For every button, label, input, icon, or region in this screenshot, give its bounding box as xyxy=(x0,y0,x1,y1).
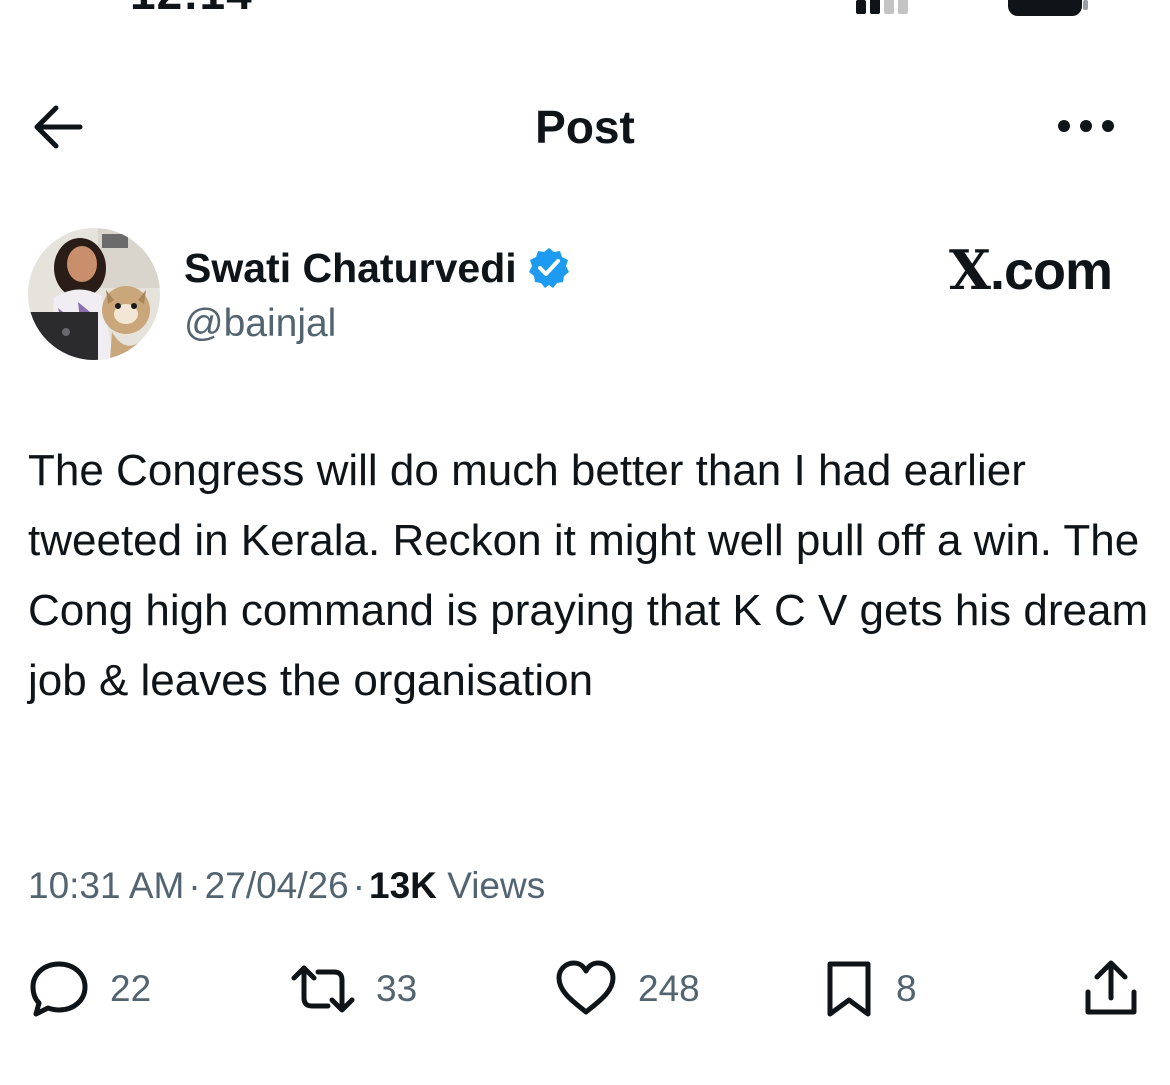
bookmark-icon xyxy=(827,961,871,1017)
status-bar: 12:14 xyxy=(0,0,1170,20)
like-count: 248 xyxy=(638,968,700,1009)
verified-badge-icon xyxy=(528,248,569,288)
post-time[interactable]: 10:31 AM xyxy=(28,865,184,906)
battery-icon xyxy=(1008,0,1088,16)
reply-count: 22 xyxy=(110,968,152,1009)
author-handle[interactable]: @bainjal xyxy=(184,300,336,348)
x-com-watermark: X.com xyxy=(949,238,1113,302)
post-action-bar: 22 33 248 8 xyxy=(0,956,1170,1022)
speech-bubble-icon xyxy=(30,961,88,1017)
post-metadata: 10:31 AM · 27/04/26 · 13K Views xyxy=(28,860,1128,912)
repost-count: 33 xyxy=(376,968,418,1009)
bookmark-button[interactable]: 8 xyxy=(822,956,917,1022)
meta-separator: · xyxy=(352,865,366,906)
top-navigation-bar: Post xyxy=(0,82,1170,172)
share-button[interactable] xyxy=(1082,956,1140,1022)
post-text: The Congress will do much better than I … xyxy=(28,446,1149,705)
avatar[interactable] xyxy=(28,228,160,360)
meta-separator: · xyxy=(188,865,201,906)
watermark-suffix: .com xyxy=(989,241,1113,301)
reply-button[interactable]: 22 xyxy=(28,956,151,1022)
cellular-signal-icon xyxy=(856,0,916,14)
more-options-button[interactable] xyxy=(1054,108,1118,144)
share-upload-icon xyxy=(1085,960,1137,1015)
avatar-photo xyxy=(28,228,160,360)
post-date[interactable]: 27/04/26 xyxy=(205,865,349,906)
repost-arrows-icon xyxy=(291,965,355,1013)
like-button[interactable]: 248 xyxy=(554,956,700,1022)
views-count[interactable]: 13K xyxy=(369,865,437,906)
more-horizontal-icon xyxy=(1058,120,1114,132)
post-detail-screen: 12:14 Post xyxy=(0,0,1170,1085)
views-label: Views xyxy=(447,865,546,906)
heart-icon xyxy=(556,960,616,1015)
status-time: 12:14 xyxy=(130,0,253,16)
wifi-icon xyxy=(946,0,976,14)
x-logo-glyph: X xyxy=(949,238,991,302)
repost-button[interactable]: 33 xyxy=(290,956,417,1022)
author-name-row[interactable]: Swati Chaturvedi xyxy=(184,242,571,294)
page-title: Post xyxy=(535,101,635,153)
author-name: Swati Chaturvedi xyxy=(184,245,517,291)
bookmark-count: 8 xyxy=(896,968,917,1009)
